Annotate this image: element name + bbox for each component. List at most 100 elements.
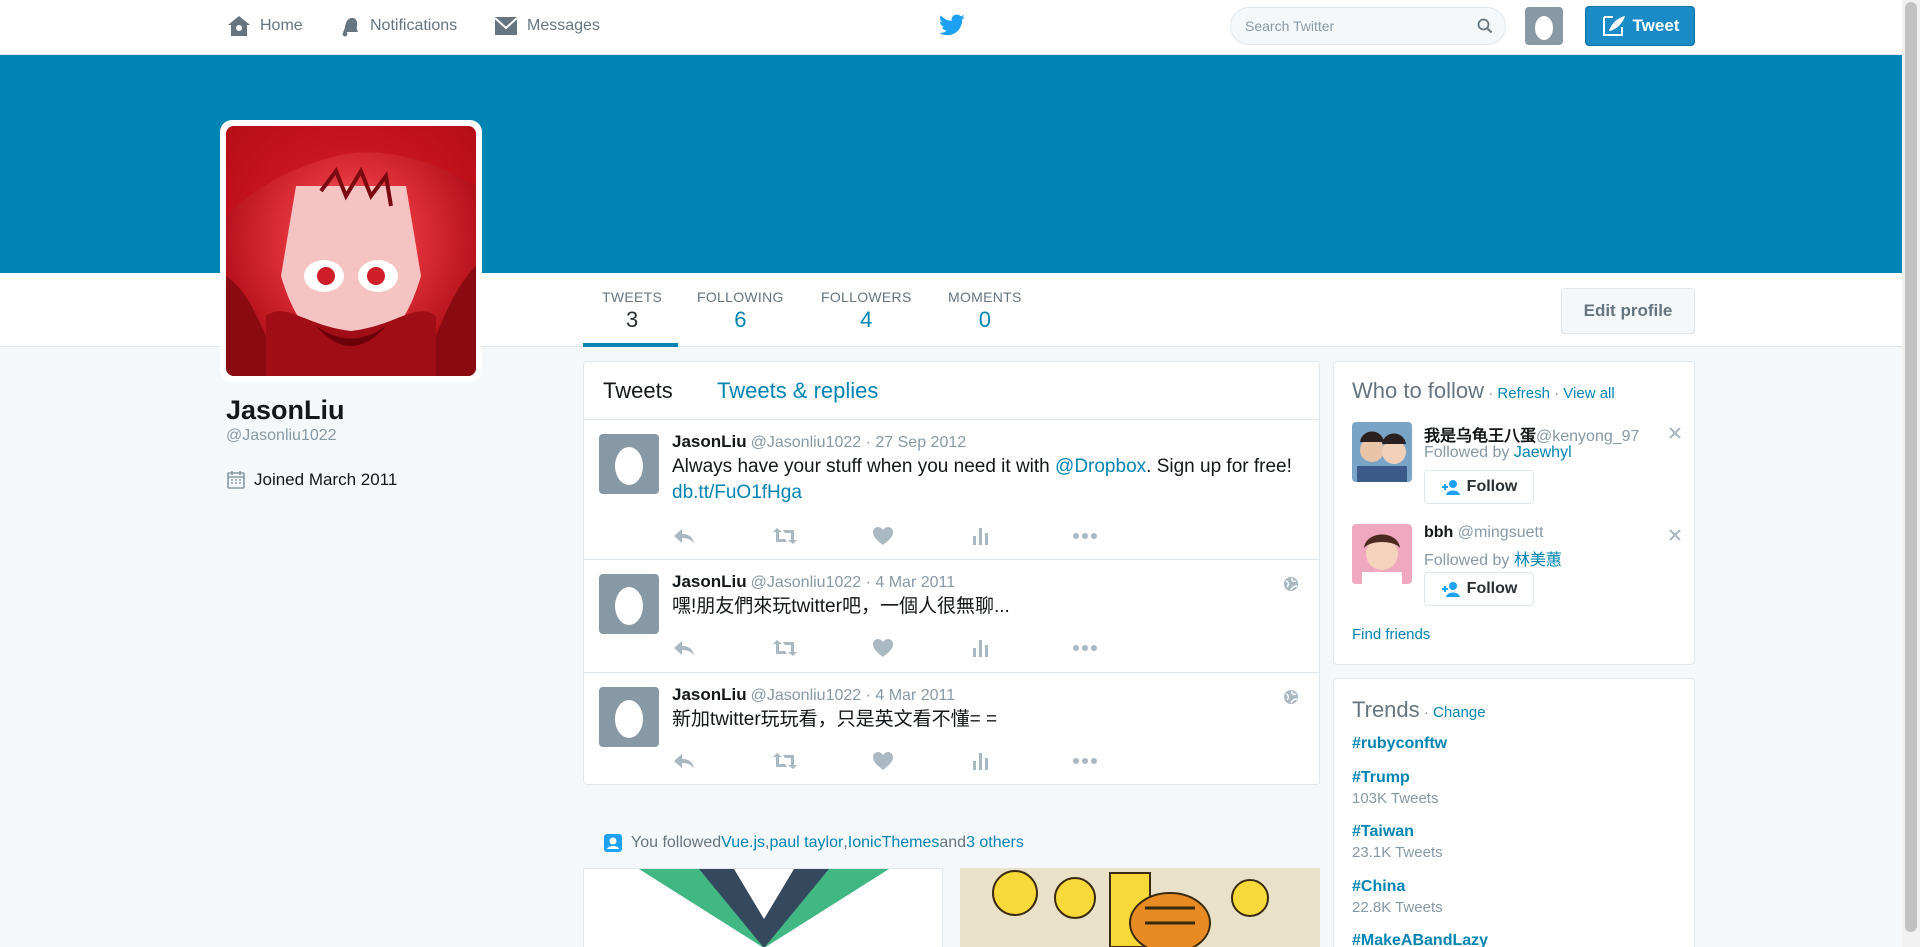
tweet-author-name[interactable]: JasonLiu — [672, 432, 747, 451]
add-user-icon — [1441, 480, 1460, 495]
title-separator: · — [1549, 385, 1564, 402]
calendar-icon — [227, 471, 245, 489]
more-button[interactable] — [1072, 636, 1172, 660]
tab-tweets[interactable]: Tweets — [603, 378, 673, 404]
analytics-button[interactable] — [972, 636, 1072, 660]
change-trends-link[interactable]: Change — [1433, 704, 1486, 721]
like-button[interactable] — [872, 524, 972, 548]
followed-link-others[interactable]: 3 others — [966, 834, 1024, 852]
search-icon[interactable] — [1477, 18, 1493, 34]
reply-button[interactable] — [672, 636, 772, 660]
edit-profile-button[interactable]: Edit profile — [1561, 288, 1695, 334]
suggestion-display-name: bbh — [1424, 524, 1454, 541]
twitter-bird-icon[interactable] — [938, 14, 966, 38]
more-button[interactable] — [1072, 749, 1172, 773]
stat-tweets[interactable]: TWEETS 3 — [602, 289, 662, 333]
tweet-item[interactable]: JasonLiu @Jasonliu1022 · 4 Mar 2011 嘿!朋友們… — [584, 560, 1319, 673]
stat-following[interactable]: FOLLOWING 6 — [697, 289, 784, 333]
refresh-link[interactable]: Refresh — [1497, 385, 1550, 402]
like-button[interactable] — [872, 636, 972, 660]
followed-by-link[interactable]: 林美蕙 — [1514, 552, 1562, 569]
retweet-icon — [773, 640, 797, 656]
suggestion-avatar[interactable] — [1352, 524, 1412, 584]
suggestion-item: 我是乌龟王八蛋@kenyong_97 Followed by Jaewhyl F… — [1352, 422, 1682, 512]
trend-item[interactable]: #Taiwan 23.1K Tweets — [1352, 823, 1443, 861]
followed-link-vuejs[interactable]: Vue.js — [721, 834, 765, 852]
tweet-mention-link[interactable]: @Dropbox — [1055, 456, 1146, 477]
egg-avatar-icon — [1535, 16, 1553, 40]
followed-card-vuejs[interactable] — [583, 868, 943, 947]
suggestion-name[interactable]: bbh @mingsuett — [1424, 524, 1543, 542]
trend-name: #China — [1352, 878, 1406, 895]
stat-moments-value: 0 — [978, 307, 991, 332]
quill-icon — [1602, 16, 1625, 36]
search-input[interactable] — [1231, 8, 1461, 44]
tweet-author-name[interactable]: JasonLiu — [672, 685, 747, 704]
nav-messages[interactable]: Messages — [493, 0, 600, 52]
tweet-actions — [672, 749, 1172, 773]
person-badge-icon — [604, 834, 622, 852]
trend-item[interactable]: #China 22.8K Tweets — [1352, 878, 1443, 916]
suggestion-display-name: 我是乌龟王八蛋 — [1424, 428, 1537, 445]
trend-item[interactable]: #Trump 103K Tweets — [1352, 769, 1438, 807]
tweet-url-link[interactable]: db.tt/FuO1fHga — [672, 482, 802, 503]
find-friends-link[interactable]: Find friends — [1352, 626, 1430, 643]
stat-followers[interactable]: FOLLOWERS 4 — [821, 289, 912, 333]
followed-card-image[interactable] — [960, 868, 1320, 947]
tweet-item[interactable]: JasonLiu @Jasonliu1022 · 27 Sep 2012 Alwa… — [584, 420, 1319, 560]
account-avatar[interactable] — [1525, 7, 1563, 45]
suggestion-followed-by: Followed by 林美蕙 — [1424, 546, 1562, 570]
analytics-button[interactable] — [972, 749, 1072, 773]
compose-tweet-label: Tweet — [1632, 16, 1680, 35]
retweet-button[interactable] — [772, 636, 872, 660]
tweet-text: 新加twitter玩玩看，只是英文看不懂= = — [672, 709, 998, 730]
tweet-meta: @Jasonliu1022 · 4 Mar 2011 — [750, 574, 956, 591]
suggestion-name[interactable]: 我是乌龟王八蛋@kenyong_97 — [1424, 422, 1639, 446]
followed-link-paul-taylor[interactable]: paul taylor — [769, 834, 843, 852]
trend-name: #rubyconftw — [1352, 735, 1448, 752]
compose-tweet-button[interactable]: Tweet — [1585, 6, 1695, 46]
suggestion-avatar[interactable] — [1352, 422, 1412, 482]
follow-button-label: Follow — [1466, 580, 1518, 597]
dismiss-icon[interactable] — [1668, 426, 1682, 440]
dismiss-icon[interactable] — [1668, 528, 1682, 542]
nav-home[interactable]: Home — [226, 0, 303, 52]
heart-icon — [873, 752, 893, 770]
tweet-avatar[interactable] — [599, 434, 659, 494]
view-all-link[interactable]: View all — [1563, 385, 1614, 402]
tweet-author-name[interactable]: JasonLiu — [672, 572, 747, 591]
followed-and: and — [939, 834, 967, 851]
stat-tweets-value: 3 — [625, 307, 639, 332]
followed-link-ionicthemes[interactable]: IonicThemes — [848, 834, 940, 852]
tweet-avatar[interactable] — [599, 687, 659, 747]
tweet-header: JasonLiu @Jasonliu1022 · 27 Sep 2012 — [672, 432, 966, 452]
bar-chart-icon — [973, 640, 988, 657]
reply-button[interactable] — [672, 524, 772, 548]
profile-avatar[interactable] — [220, 120, 482, 382]
trend-item[interactable]: #rubyconftw — [1352, 735, 1447, 753]
followed-by-link[interactable]: Jaewhyl — [1514, 444, 1572, 461]
retweet-icon — [773, 753, 797, 769]
more-button[interactable] — [1072, 524, 1172, 548]
tweet-item[interactable]: JasonLiu @Jasonliu1022 · 4 Mar 2011 新加twi… — [584, 673, 1319, 786]
page-scrollbar[interactable] — [1902, 0, 1920, 947]
followed-by-prefix: Followed by — [1424, 444, 1514, 461]
tweet-avatar[interactable] — [599, 574, 659, 634]
stat-moments[interactable]: MOMENTS 0 — [948, 289, 1022, 333]
retweet-button[interactable] — [772, 524, 872, 548]
trend-item[interactable]: #MakeABandLazy — [1352, 932, 1488, 947]
scrollbar-thumb[interactable] — [1905, 2, 1917, 932]
trend-count: 22.8K Tweets — [1352, 899, 1443, 916]
user-photo — [1352, 524, 1412, 584]
tab-tweets-and-replies[interactable]: Tweets & replies — [717, 378, 878, 404]
trend-name: #Trump — [1352, 769, 1410, 786]
follow-button[interactable]: Follow — [1424, 572, 1534, 606]
retweet-button[interactable] — [772, 749, 872, 773]
follow-button[interactable]: Follow — [1424, 470, 1534, 504]
reply-button[interactable] — [672, 749, 772, 773]
who-to-follow-title: Who to follow · Refresh · View all — [1352, 378, 1615, 404]
tweet-actions — [672, 636, 1172, 660]
analytics-button[interactable] — [972, 524, 1072, 548]
nav-notifications[interactable]: Notifications — [338, 0, 457, 52]
like-button[interactable] — [872, 749, 972, 773]
